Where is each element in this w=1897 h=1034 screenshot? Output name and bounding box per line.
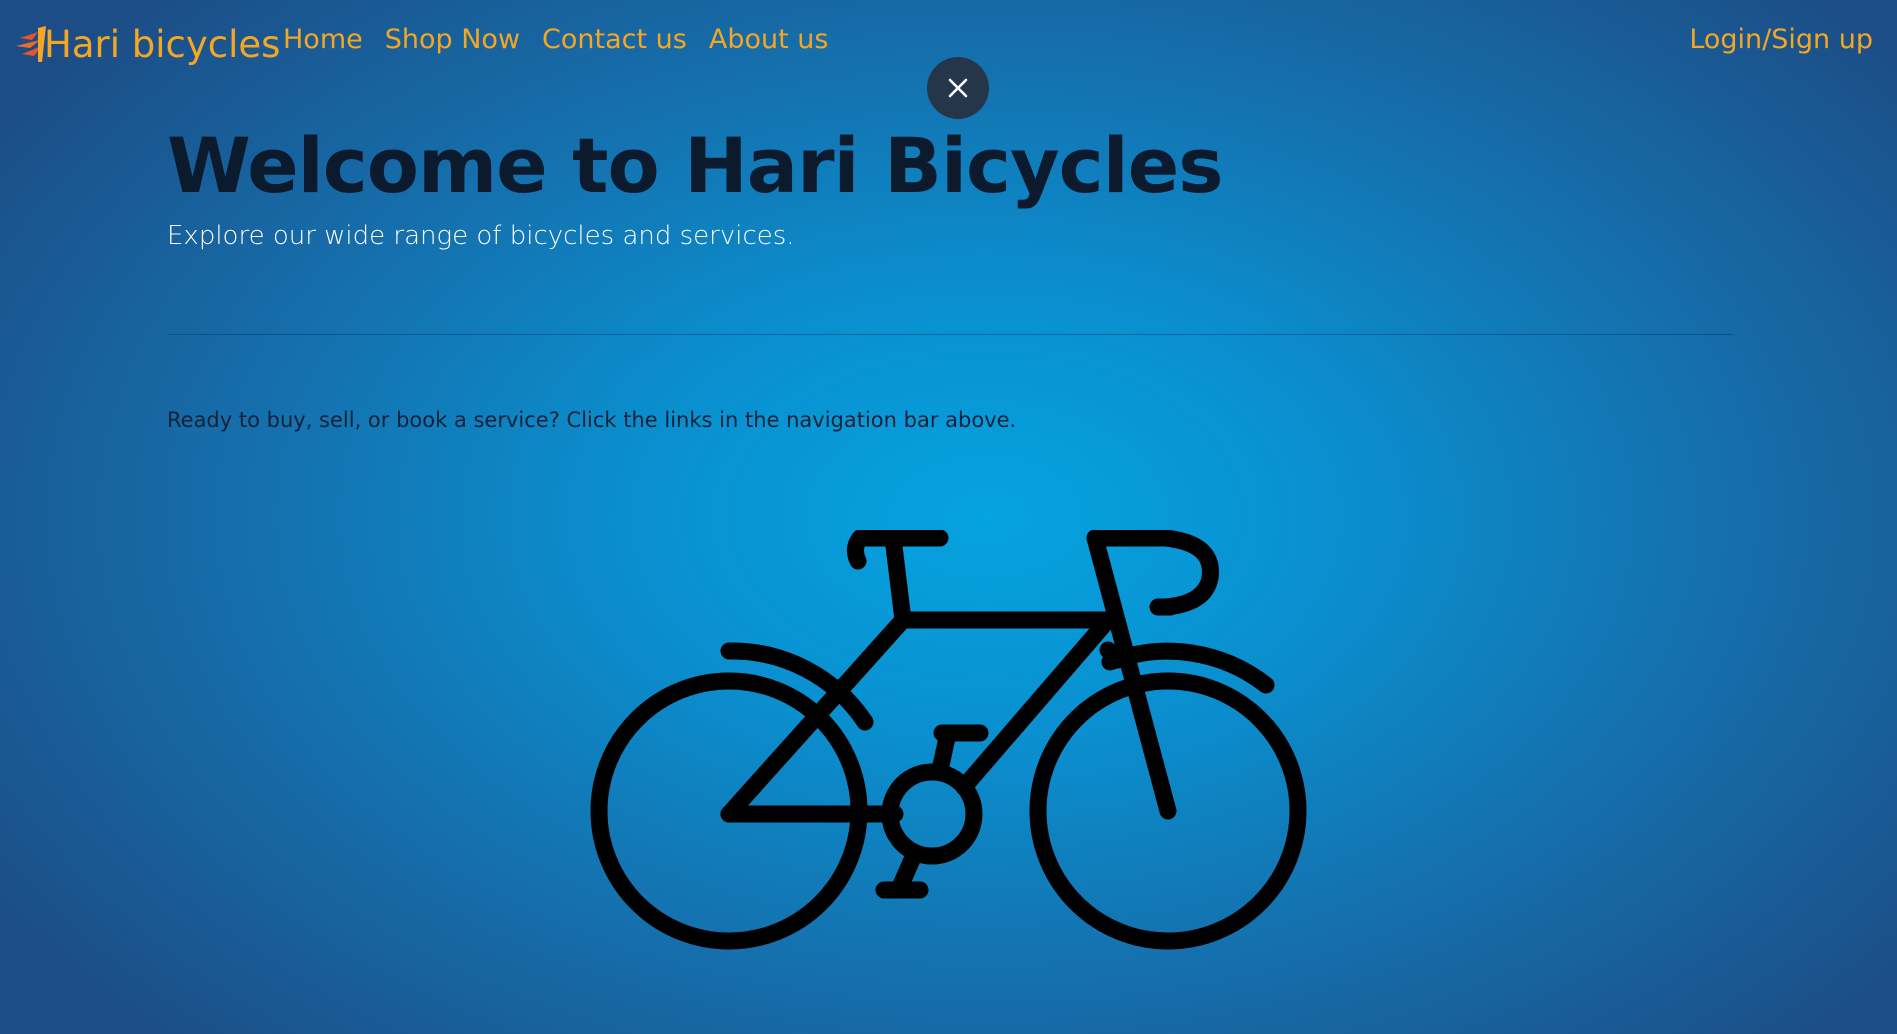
login-signup-link[interactable]: Login/Sign up bbox=[1689, 24, 1873, 55]
divider bbox=[167, 334, 1733, 335]
nav-link-about-us[interactable]: About us bbox=[709, 24, 829, 55]
cta-text: Ready to buy, sell, or book a service? C… bbox=[167, 408, 1017, 432]
nav-link-home[interactable]: Home bbox=[283, 24, 363, 55]
bicycle-icon bbox=[586, 529, 1316, 960]
nav-link-contact-us[interactable]: Contact us bbox=[542, 24, 687, 55]
main-content: Welcome to Hari Bicycles Explore our wid… bbox=[167, 120, 1733, 432]
brand-logo-icon bbox=[16, 24, 52, 64]
nav-links: Home Shop Now Contact us About us bbox=[283, 24, 850, 55]
nav-link-shop-now[interactable]: Shop Now bbox=[385, 24, 520, 55]
hero-subtitle: Explore our wide range of bicycles and s… bbox=[167, 221, 795, 252]
brand-link[interactable]: Hari bicycles bbox=[16, 16, 280, 72]
hero-title: Welcome to Hari Bicycles bbox=[167, 121, 1224, 210]
brand-name: Hari bicycles bbox=[44, 22, 281, 66]
close-icon bbox=[948, 78, 968, 98]
close-button[interactable] bbox=[927, 57, 989, 119]
